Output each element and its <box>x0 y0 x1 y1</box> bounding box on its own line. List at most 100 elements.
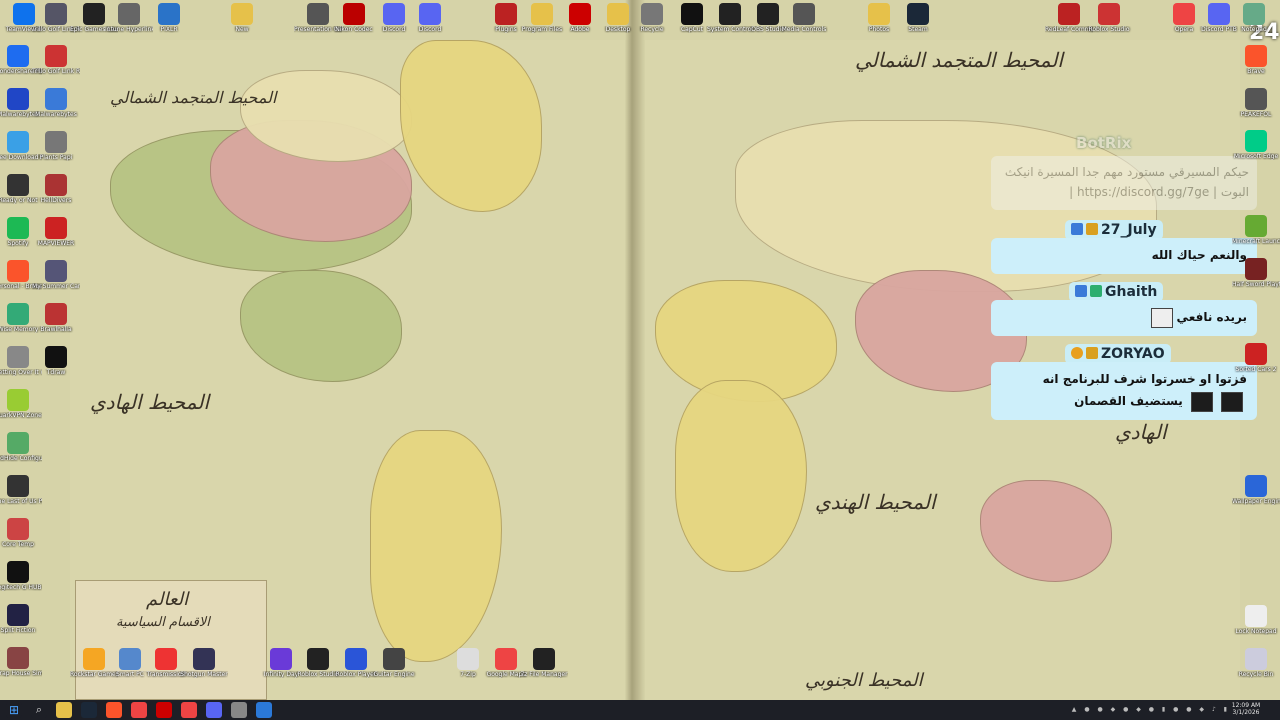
desktop-icon[interactable]: Core Temp <box>0 518 42 548</box>
app-icon[interactable] <box>256 702 272 718</box>
app-icon <box>1245 475 1267 497</box>
desktop-icon[interactable]: Shotgun Master <box>180 648 228 678</box>
taskbar-clock[interactable]: 12:09 AM 3/1/2026 <box>1222 700 1270 720</box>
desktop-icon-label: Media Controls <box>781 26 827 33</box>
brave-icon <box>7 260 29 282</box>
desktop-icon[interactable]: Wallpaper Engine <box>1232 475 1280 505</box>
desktop-icon-label: Steam <box>908 26 928 33</box>
desktop-icon[interactable]: Media Controls <box>780 3 828 33</box>
desktop-icon[interactable]: Trillo Golf Link Ranker <box>32 45 80 75</box>
desktop-icon[interactable]: Malwarebytes <box>32 88 80 118</box>
desktop-icon[interactable]: QuarkVPN Zone <box>0 389 42 419</box>
taskbar: ⊞ ⌕ ▲ ● ● ◆ ● ◆ ● ▮ ● ● ◆ ♪ ▮ 12:09 AM 3/… <box>0 700 1280 720</box>
desktop-icon-label: Logitech G HUB <box>0 584 42 591</box>
capcut-icon <box>681 3 703 25</box>
desktop-icon[interactable]: MAPVIEWER <box>32 217 80 247</box>
app-icon <box>7 518 29 540</box>
settings-icon[interactable] <box>231 702 247 718</box>
desktop-icon[interactable]: Plants Papi <box>32 131 80 161</box>
game-badge-icon <box>1090 285 1102 297</box>
map-land <box>400 40 542 212</box>
discord-icon[interactable] <box>206 702 222 718</box>
desktop-icon-label: PIXLR <box>160 26 178 33</box>
chat-message-bubble: فزتوا او خسرتوا شرف للبرنامج انه يستضيف … <box>991 362 1257 420</box>
app-icon <box>1058 3 1080 25</box>
desktop-icon[interactable]: Lock Notepad <box>1232 605 1280 635</box>
app-icon <box>45 217 67 239</box>
emote-icon <box>1221 391 1243 412</box>
desktop-icon[interactable]: Guitar Engine <box>370 648 418 678</box>
desktop-icon[interactable]: PIXLR <box>145 3 193 33</box>
desktop-icon-label: HidHide Configuration <box>0 455 42 462</box>
chat-username: Ghaith <box>1069 282 1164 302</box>
folder-icon <box>231 3 253 25</box>
desktop-icon[interactable]: Logitech G HUB <box>0 561 42 591</box>
app-icon <box>45 303 67 325</box>
desktop-icon[interactable]: Split Fiction <box>0 604 42 634</box>
app-icon <box>158 3 180 25</box>
desktop-icon[interactable]: Tdraw <box>32 346 80 376</box>
chat-message-text: بريده نافعي <box>1176 310 1247 324</box>
desktop-icon[interactable]: Brawlhalla <box>32 303 80 333</box>
file-explorer-icon[interactable] <box>56 702 72 718</box>
map-land <box>240 270 402 382</box>
desktop-icon[interactable]: Steam <box>894 3 942 33</box>
app-icon <box>45 131 67 153</box>
desktop-icon[interactable]: Brave <box>1232 45 1280 75</box>
brave-icon[interactable] <box>106 702 122 718</box>
desktop-icon[interactable]: HellDivers <box>32 174 80 204</box>
desktop-icon[interactable]: Minecraft Launcher <box>1232 215 1280 245</box>
desktop-icon[interactable]: Wrap House Simulator <box>0 647 42 677</box>
app-icon <box>7 647 29 669</box>
steam-icon[interactable] <box>81 702 97 718</box>
start-icon[interactable]: ⊞ <box>6 702 22 718</box>
chrome-icon[interactable] <box>131 702 147 718</box>
app-icon <box>641 3 663 25</box>
app-icon <box>270 648 292 670</box>
app-icon <box>1245 215 1267 237</box>
opera-icon[interactable] <box>181 702 197 718</box>
app-icon <box>7 475 29 497</box>
system-tray[interactable]: ▲ ● ● ◆ ● ◆ ● ▮ ● ● ◆ ♪ ▮ <box>1030 700 1230 720</box>
map-legend: العالم الاقسام السياسية <box>75 580 267 700</box>
adobe-icon[interactable] <box>156 702 172 718</box>
desktop-icon[interactable]: Recycle Bin <box>1232 648 1280 678</box>
map-title: المحيط الهادي <box>90 390 210 414</box>
epic-icon <box>83 3 105 25</box>
app-icon <box>45 260 67 282</box>
app-icon <box>45 88 67 110</box>
clock-time: 12:09 AM <box>1231 702 1261 709</box>
app-icon <box>383 648 405 670</box>
desktop-icon-label: Guitar Engine <box>373 671 415 678</box>
obs-icon <box>757 3 779 25</box>
desktop-icon[interactable]: My Summer Car <box>32 260 80 290</box>
desktop-icon-label: HellDivers <box>40 197 72 204</box>
app-icon <box>83 648 105 670</box>
app-icon <box>457 648 479 670</box>
desktop-icon-label: Brawlhalla <box>40 326 72 333</box>
desktop-icon-label: Discord <box>418 26 442 33</box>
desktop-icon[interactable]: Sorted Cars 2 <box>1232 343 1280 373</box>
desktop-icon-label: Microsoft Edge <box>1233 153 1279 160</box>
legend-title: العالم <box>146 589 189 610</box>
desktop-icon-label: Tdraw <box>46 369 66 376</box>
desktop-icon[interactable]: Notepad <box>1230 3 1278 33</box>
desktop-icon-label: New <box>235 26 249 33</box>
app-icon <box>1243 3 1265 25</box>
desktop-icon[interactable]: Discord <box>406 3 454 33</box>
desktop-icon[interactable]: The Last of Us Part I <box>0 475 42 505</box>
app-icon <box>1173 3 1195 25</box>
desktop-icon[interactable]: Microsoft Edge <box>1232 130 1280 160</box>
desktop-icon[interactable]: 7z File Manager <box>520 648 568 678</box>
desktop-icon-label: Lock Notepad <box>1235 628 1277 635</box>
app-icon <box>45 346 67 368</box>
desktop-icon[interactable]: New <box>218 3 266 33</box>
tray-icons[interactable]: ▲ ● ● ◆ ● ◆ ● ▮ ● ● ◆ ♪ ▮ <box>1072 706 1230 713</box>
search-icon[interactable]: ⌕ <box>31 702 47 718</box>
desktop-icon-label: Wallpaper Engine <box>1232 498 1280 505</box>
desktop-icon[interactable]: PEAKEFOL <box>1232 88 1280 118</box>
desktop-icon-label: Minecraft Launcher <box>1232 238 1280 245</box>
desktop-icon[interactable]: HidHide Configuration <box>0 432 42 462</box>
desktop-icon[interactable]: Roblox Studio <box>1085 3 1133 33</box>
desktop-icon[interactable]: Half Sword Playtest <box>1232 258 1280 288</box>
